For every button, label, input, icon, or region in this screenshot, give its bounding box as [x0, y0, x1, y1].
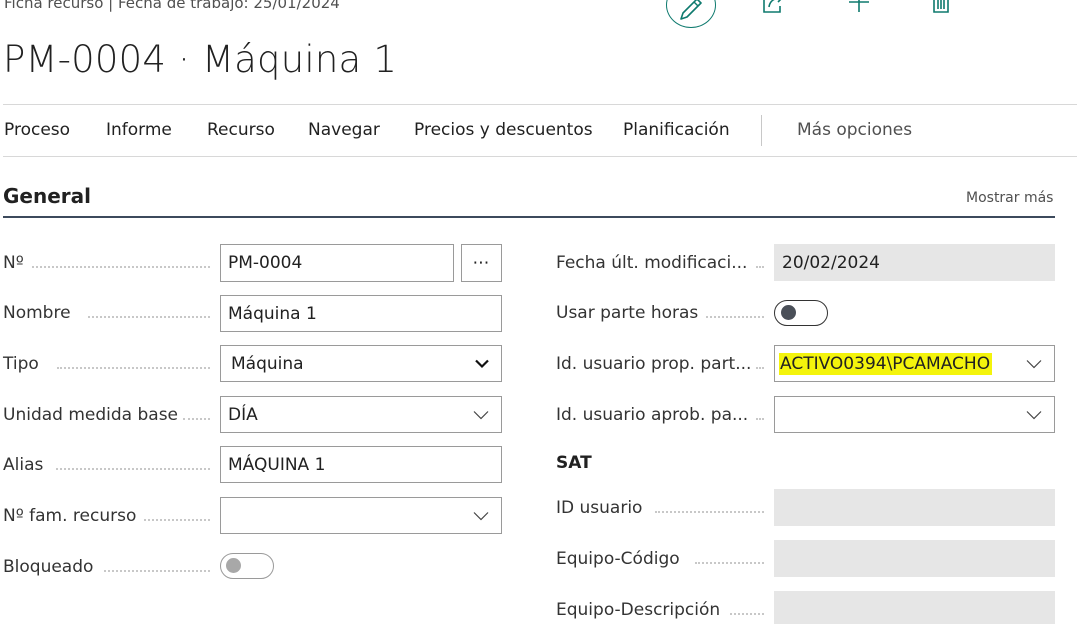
label-leader: [756, 367, 764, 369]
field-label-nombre: Nombre: [3, 303, 71, 323]
field-label-no: Nº: [3, 253, 24, 273]
toggle-knob: [226, 558, 241, 573]
label-leader: [144, 519, 210, 521]
fecha-ult-modificacion-field: 20/02/2024: [774, 244, 1055, 281]
tab-informe[interactable]: Informe: [106, 120, 172, 140]
no-field[interactable]: PM-0004: [220, 244, 454, 282]
chevron-down-icon: [1026, 359, 1042, 368]
label-leader: [56, 468, 210, 470]
tab-planificacion[interactable]: Planificación: [623, 120, 730, 140]
alias-field[interactable]: MÁQUINA 1: [220, 446, 502, 483]
label-leader: [706, 316, 764, 318]
field-label-equipo-descripcion: Equipo-Descripción: [556, 600, 721, 620]
id-usuario-prop-select[interactable]: ACTIVO0394\PCAMACHO: [774, 345, 1055, 382]
equipo-codigo-field: [774, 540, 1055, 577]
delete-icon[interactable]: [930, 0, 952, 16]
equipo-descripcion-field: [774, 591, 1055, 624]
bloqueado-toggle[interactable]: [220, 553, 274, 579]
fam-recurso-field[interactable]: [220, 497, 502, 534]
fecha-ult-modificacion-value: 20/02/2024: [782, 252, 880, 273]
add-icon[interactable]: [846, 0, 872, 16]
tab-navegar[interactable]: Navegar: [308, 120, 380, 140]
nombre-field[interactable]: Máquina 1: [220, 295, 502, 332]
tipo-value: Máquina: [231, 353, 304, 374]
label-leader: [104, 570, 210, 572]
chevron-down-icon: [473, 410, 489, 419]
nombre-value: Máquina 1: [228, 303, 317, 324]
usar-parte-horas-toggle[interactable]: [774, 300, 828, 326]
header-divider: [3, 104, 1077, 105]
label-leader: [756, 418, 764, 420]
field-label-unidad-medida-base: Unidad medida base: [3, 405, 179, 425]
breadcrumb: Ficha recurso | Fecha de trabajo: 25/01/…: [4, 0, 340, 12]
field-label-id-usuario-prop: Id. usuario prop. part...: [556, 354, 752, 374]
tab-precios-descuentos[interactable]: Precios y descuentos: [414, 120, 593, 140]
section-title-general[interactable]: General: [3, 184, 91, 208]
field-label-fam-recurso: Nº fam. recurso: [3, 506, 137, 526]
section-divider: [3, 216, 1055, 218]
more-options-button[interactable]: Más opciones: [797, 120, 912, 140]
label-leader: [88, 316, 210, 318]
id-usuario-aprob-select[interactable]: [774, 396, 1055, 433]
id-usuario-field: [774, 489, 1055, 526]
tab-recurso[interactable]: Recurso: [207, 120, 275, 140]
label-leader: [183, 418, 210, 420]
label-leader: [32, 266, 210, 268]
field-label-fecha-ult-modificacion: Fecha últ. modificaci...: [556, 253, 748, 273]
edit-icon: [680, 0, 702, 20]
chevron-down-icon: [475, 359, 489, 368]
id-usuario-prop-value: ACTIVO0394\PCAMACHO: [779, 352, 993, 375]
field-label-id-usuario-aprob: Id. usuario aprob. pa...: [556, 405, 749, 425]
chevron-down-icon: [1026, 410, 1042, 419]
field-label-usar-parte-horas: Usar parte horas: [556, 303, 699, 323]
unidad-medida-value: DÍA: [228, 404, 258, 425]
tipo-select[interactable]: Máquina: [220, 345, 502, 382]
lookup-button[interactable]: ⋯: [461, 244, 502, 282]
field-label-equipo-codigo: Equipo-Código: [556, 549, 680, 569]
tab-proceso[interactable]: Proceso: [4, 120, 70, 140]
field-label-tipo: Tipo: [3, 354, 39, 374]
label-leader: [730, 613, 764, 615]
share-icon[interactable]: [760, 0, 788, 16]
page-title: PM-0004 · Máquina 1: [3, 38, 398, 81]
show-more-link[interactable]: Mostrar más: [966, 190, 1053, 206]
field-label-bloqueado: Bloqueado: [3, 557, 94, 577]
alias-value: MÁQUINA 1: [228, 454, 326, 475]
field-label-id-usuario: ID usuario: [556, 498, 643, 518]
tabs-divider: [3, 156, 1077, 157]
edit-button[interactable]: [666, 0, 716, 28]
label-leader: [57, 367, 210, 369]
unidad-medida-field[interactable]: DÍA: [220, 396, 502, 433]
label-leader: [756, 266, 764, 268]
chevron-down-icon: [473, 511, 489, 520]
label-leader: [655, 511, 764, 513]
field-label-alias: Alias: [3, 455, 44, 475]
toggle-knob: [781, 305, 796, 320]
label-leader: [695, 562, 764, 564]
tab-separator: [761, 115, 762, 146]
no-value: PM-0004: [228, 253, 303, 273]
subsection-heading-sat: SAT: [556, 453, 592, 473]
ellipsis-icon: ⋯: [472, 253, 491, 273]
